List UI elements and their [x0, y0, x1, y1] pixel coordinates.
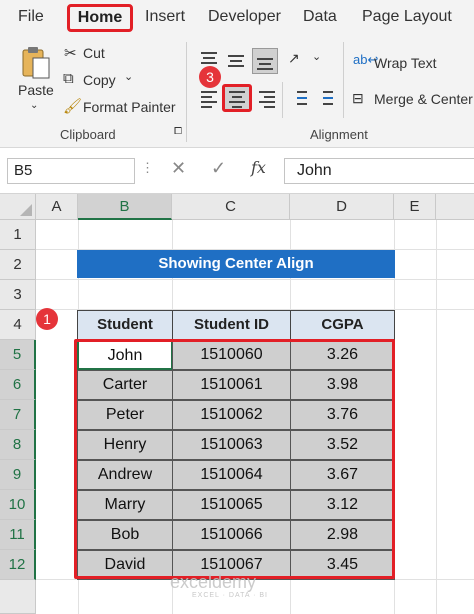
row-header-2[interactable]: 2	[0, 250, 36, 280]
cancel-icon[interactable]: ✕	[171, 158, 186, 179]
cut-button[interactable]: Cut	[83, 45, 105, 61]
align-center-button[interactable]	[222, 84, 252, 112]
ribbon-divider	[282, 82, 283, 118]
wrap-text-button[interactable]: Wrap Text	[374, 55, 437, 71]
orientation-dropdown-icon[interactable]: ⌄	[312, 50, 321, 63]
row-header-11[interactable]: 11	[0, 520, 36, 550]
tab-developer[interactable]: Developer	[208, 8, 281, 26]
row-header-10[interactable]: 10	[0, 490, 36, 520]
row-header-7[interactable]: 7	[0, 400, 36, 430]
watermark-logo: exceldemy	[170, 572, 257, 592]
row-header-12[interactable]: 12	[0, 550, 36, 580]
tab-data[interactable]: Data	[303, 8, 337, 26]
ribbon-tabs: File Home Insert Developer Data Page Lay…	[0, 0, 474, 36]
paste-dropdown-icon[interactable]: ⌄	[30, 100, 38, 111]
clipboard-launcher-icon[interactable]: ⧠	[174, 126, 182, 137]
insert-function-icon[interactable]: fx	[251, 158, 266, 177]
merge-center-button[interactable]: Merge & Center	[374, 91, 473, 107]
enter-icon[interactable]: ✓	[211, 158, 226, 179]
copy-icon[interactable]: ⧉	[63, 70, 74, 87]
row-header-4[interactable]: 4	[0, 310, 36, 340]
orientation-icon[interactable]: ↗	[288, 50, 300, 67]
table-header-student[interactable]: Student	[77, 310, 173, 340]
column-header-f[interactable]	[436, 194, 474, 220]
copy-button[interactable]: Copy	[83, 72, 116, 88]
selection-highlight	[74, 339, 395, 579]
callout-badge-1: 1	[36, 308, 58, 330]
watermark-tagline: EXCEL · DATA · BI	[192, 592, 268, 599]
copy-dropdown-icon[interactable]: ⌄	[124, 70, 133, 83]
row-header-9[interactable]: 9	[0, 460, 36, 490]
paste-icon[interactable]	[20, 44, 52, 82]
callout-badge-3: 3	[199, 66, 221, 88]
ribbon-home: Paste ⌄ ✂ Cut ⧉ Copy ⌄ 🖌 Format Painter …	[0, 36, 474, 148]
align-middle-icon[interactable]	[226, 50, 248, 72]
formula-input[interactable]: John	[284, 158, 474, 184]
tab-page-layout[interactable]: Page Layout	[362, 8, 452, 26]
row-header-5[interactable]: 5	[0, 340, 36, 370]
column-header-c[interactable]: C	[172, 194, 290, 220]
column-header-d[interactable]: D	[290, 194, 394, 220]
gridline	[36, 279, 474, 280]
row-header-3[interactable]: 3	[0, 280, 36, 310]
table-header-cgpa[interactable]: CGPA	[290, 310, 395, 340]
format-painter-icon[interactable]: 🖌	[63, 97, 82, 115]
increase-indent-icon[interactable]	[315, 88, 337, 110]
ribbon-divider	[186, 42, 187, 142]
align-left-icon[interactable]	[199, 88, 221, 110]
row-header-13[interactable]	[0, 580, 36, 614]
column-header-b[interactable]: B	[78, 194, 172, 220]
row-header-6[interactable]: 6	[0, 370, 36, 400]
paste-button[interactable]: Paste	[18, 82, 54, 98]
select-all-corner[interactable]	[0, 194, 36, 220]
row-header-8[interactable]: 8	[0, 430, 36, 460]
column-header-e[interactable]: E	[394, 194, 436, 220]
scissors-icon[interactable]: ✂	[64, 44, 77, 62]
more-options-icon[interactable]: ⋮	[141, 160, 154, 176]
align-right-icon[interactable]	[257, 88, 279, 110]
merge-center-icon[interactable]: ⊟	[352, 90, 364, 107]
tab-home[interactable]: Home	[67, 4, 133, 32]
row-header-1[interactable]: 1	[0, 220, 36, 250]
align-bottom-icon[interactable]	[252, 48, 278, 74]
sheet-title-banner: Showing Center Align	[77, 250, 395, 278]
tab-insert[interactable]: Insert	[145, 8, 185, 26]
tab-file[interactable]: File	[18, 8, 44, 26]
alignment-group-label: Alignment	[310, 127, 368, 142]
column-header-a[interactable]: A	[36, 194, 78, 220]
decrease-indent-icon[interactable]	[289, 88, 311, 110]
clipboard-group-label: Clipboard	[60, 127, 116, 142]
ribbon-divider	[343, 42, 344, 118]
name-box[interactable]: B5	[7, 158, 135, 184]
format-painter-button[interactable]: Format Painter	[83, 99, 176, 115]
table-header-student-id[interactable]: Student ID	[172, 310, 291, 340]
